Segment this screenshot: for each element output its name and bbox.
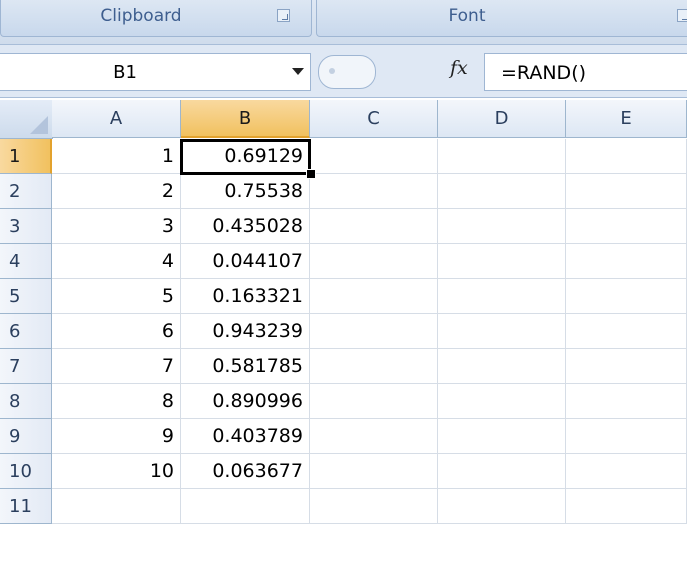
cell-a5[interactable]: 5 [52, 279, 181, 314]
ribbon-group-font: Font [316, 0, 687, 37]
cell-d11[interactable] [438, 489, 566, 524]
cell-c11[interactable] [310, 489, 438, 524]
worksheet-grid: A B C D E 1 1 0.69129 2 2 0.75538 3 3 0.435028 4 4… [0, 100, 687, 569]
insert-function-icon[interactable]: fx [450, 57, 468, 79]
cell-a11[interactable] [52, 489, 181, 524]
cell-e8[interactable] [566, 384, 687, 419]
cell-c1[interactable] [310, 139, 438, 174]
row-header-5[interactable]: 5 [0, 279, 52, 314]
cell-d2[interactable] [438, 174, 566, 209]
cell-b6[interactable]: 0.943239 [181, 314, 310, 349]
cell-d1[interactable] [438, 139, 566, 174]
cell-d8[interactable] [438, 384, 566, 419]
cell-b8[interactable]: 0.890996 [181, 384, 310, 419]
cell-e11[interactable] [566, 489, 687, 524]
cell-b10[interactable]: 0.063677 [181, 454, 310, 489]
cell-c10[interactable] [310, 454, 438, 489]
formula-text: =RAND() [501, 62, 587, 84]
cell-d7[interactable] [438, 349, 566, 384]
cell-a8[interactable]: 8 [52, 384, 181, 419]
select-all-button[interactable] [0, 100, 53, 139]
cell-c8[interactable] [310, 384, 438, 419]
cell-d10[interactable] [438, 454, 566, 489]
row-header-4[interactable]: 4 [0, 244, 52, 279]
cell-d6[interactable] [438, 314, 566, 349]
cell-d4[interactable] [438, 244, 566, 279]
cell-a9[interactable]: 9 [52, 419, 181, 454]
cell-a1[interactable]: 1 [52, 139, 181, 174]
cell-e3[interactable] [566, 209, 687, 244]
cell-a7[interactable]: 7 [52, 349, 181, 384]
dialog-launcher-icon[interactable] [677, 9, 687, 22]
formula-bar-controls: fx [312, 53, 492, 89]
cell-a4[interactable]: 4 [52, 244, 181, 279]
row-header-7[interactable]: 7 [0, 349, 52, 384]
column-header-c[interactable]: C [310, 100, 438, 138]
row-header-8[interactable]: 8 [0, 384, 52, 419]
name-box-value: B1 [113, 62, 137, 83]
column-header-e[interactable]: E [566, 100, 687, 138]
cell-e4[interactable] [566, 244, 687, 279]
cell-c9[interactable] [310, 419, 438, 454]
cell-c3[interactable] [310, 209, 438, 244]
chevron-down-icon[interactable] [292, 68, 304, 75]
cell-c2[interactable] [310, 174, 438, 209]
cell-e7[interactable] [566, 349, 687, 384]
cell-c6[interactable] [310, 314, 438, 349]
cell-a2[interactable]: 2 [52, 174, 181, 209]
cell-b1[interactable]: 0.69129 [181, 139, 310, 174]
row-header-10[interactable]: 10 [0, 454, 52, 489]
column-header-b[interactable]: B [181, 100, 310, 138]
cell-a10[interactable]: 10 [52, 454, 181, 489]
row-header-11[interactable]: 11 [0, 489, 52, 524]
ribbon-group-strip: Clipboard Font [0, 0, 687, 45]
column-header-d[interactable]: D [438, 100, 566, 138]
cell-c7[interactable] [310, 349, 438, 384]
cell-e6[interactable] [566, 314, 687, 349]
row-header-1[interactable]: 1 [0, 139, 52, 174]
row-header-2[interactable]: 2 [0, 174, 52, 209]
fill-handle[interactable] [306, 169, 316, 179]
cell-b2[interactable]: 0.75538 [181, 174, 310, 209]
cell-b11[interactable] [181, 489, 310, 524]
cell-d5[interactable] [438, 279, 566, 314]
cell-e2[interactable] [566, 174, 687, 209]
formula-bar: B1 fx =RAND() [0, 45, 687, 98]
name-box[interactable]: B1 [0, 53, 311, 91]
cell-c4[interactable] [310, 244, 438, 279]
formula-input[interactable]: =RAND() [484, 53, 687, 91]
cell-a3[interactable]: 3 [52, 209, 181, 244]
cell-b5[interactable]: 0.163321 [181, 279, 310, 314]
row-header-6[interactable]: 6 [0, 314, 52, 349]
cell-d3[interactable] [438, 209, 566, 244]
cell-b4[interactable]: 0.044107 [181, 244, 310, 279]
cell-b7[interactable]: 0.581785 [181, 349, 310, 384]
cell-b9[interactable]: 0.403789 [181, 419, 310, 454]
column-header-a[interactable]: A [52, 100, 181, 138]
row-header-3[interactable]: 3 [0, 209, 52, 244]
cell-c5[interactable] [310, 279, 438, 314]
cell-e5[interactable] [566, 279, 687, 314]
cell-e9[interactable] [566, 419, 687, 454]
row-header-9[interactable]: 9 [0, 419, 52, 454]
cell-d9[interactable] [438, 419, 566, 454]
formula-cancel-button[interactable] [318, 55, 376, 89]
ribbon-group-label-font: Font [448, 6, 486, 26]
cell-a6[interactable]: 6 [52, 314, 181, 349]
cell-b3[interactable]: 0.435028 [181, 209, 310, 244]
cell-e1[interactable] [566, 139, 687, 174]
cell-e10[interactable] [566, 454, 687, 489]
